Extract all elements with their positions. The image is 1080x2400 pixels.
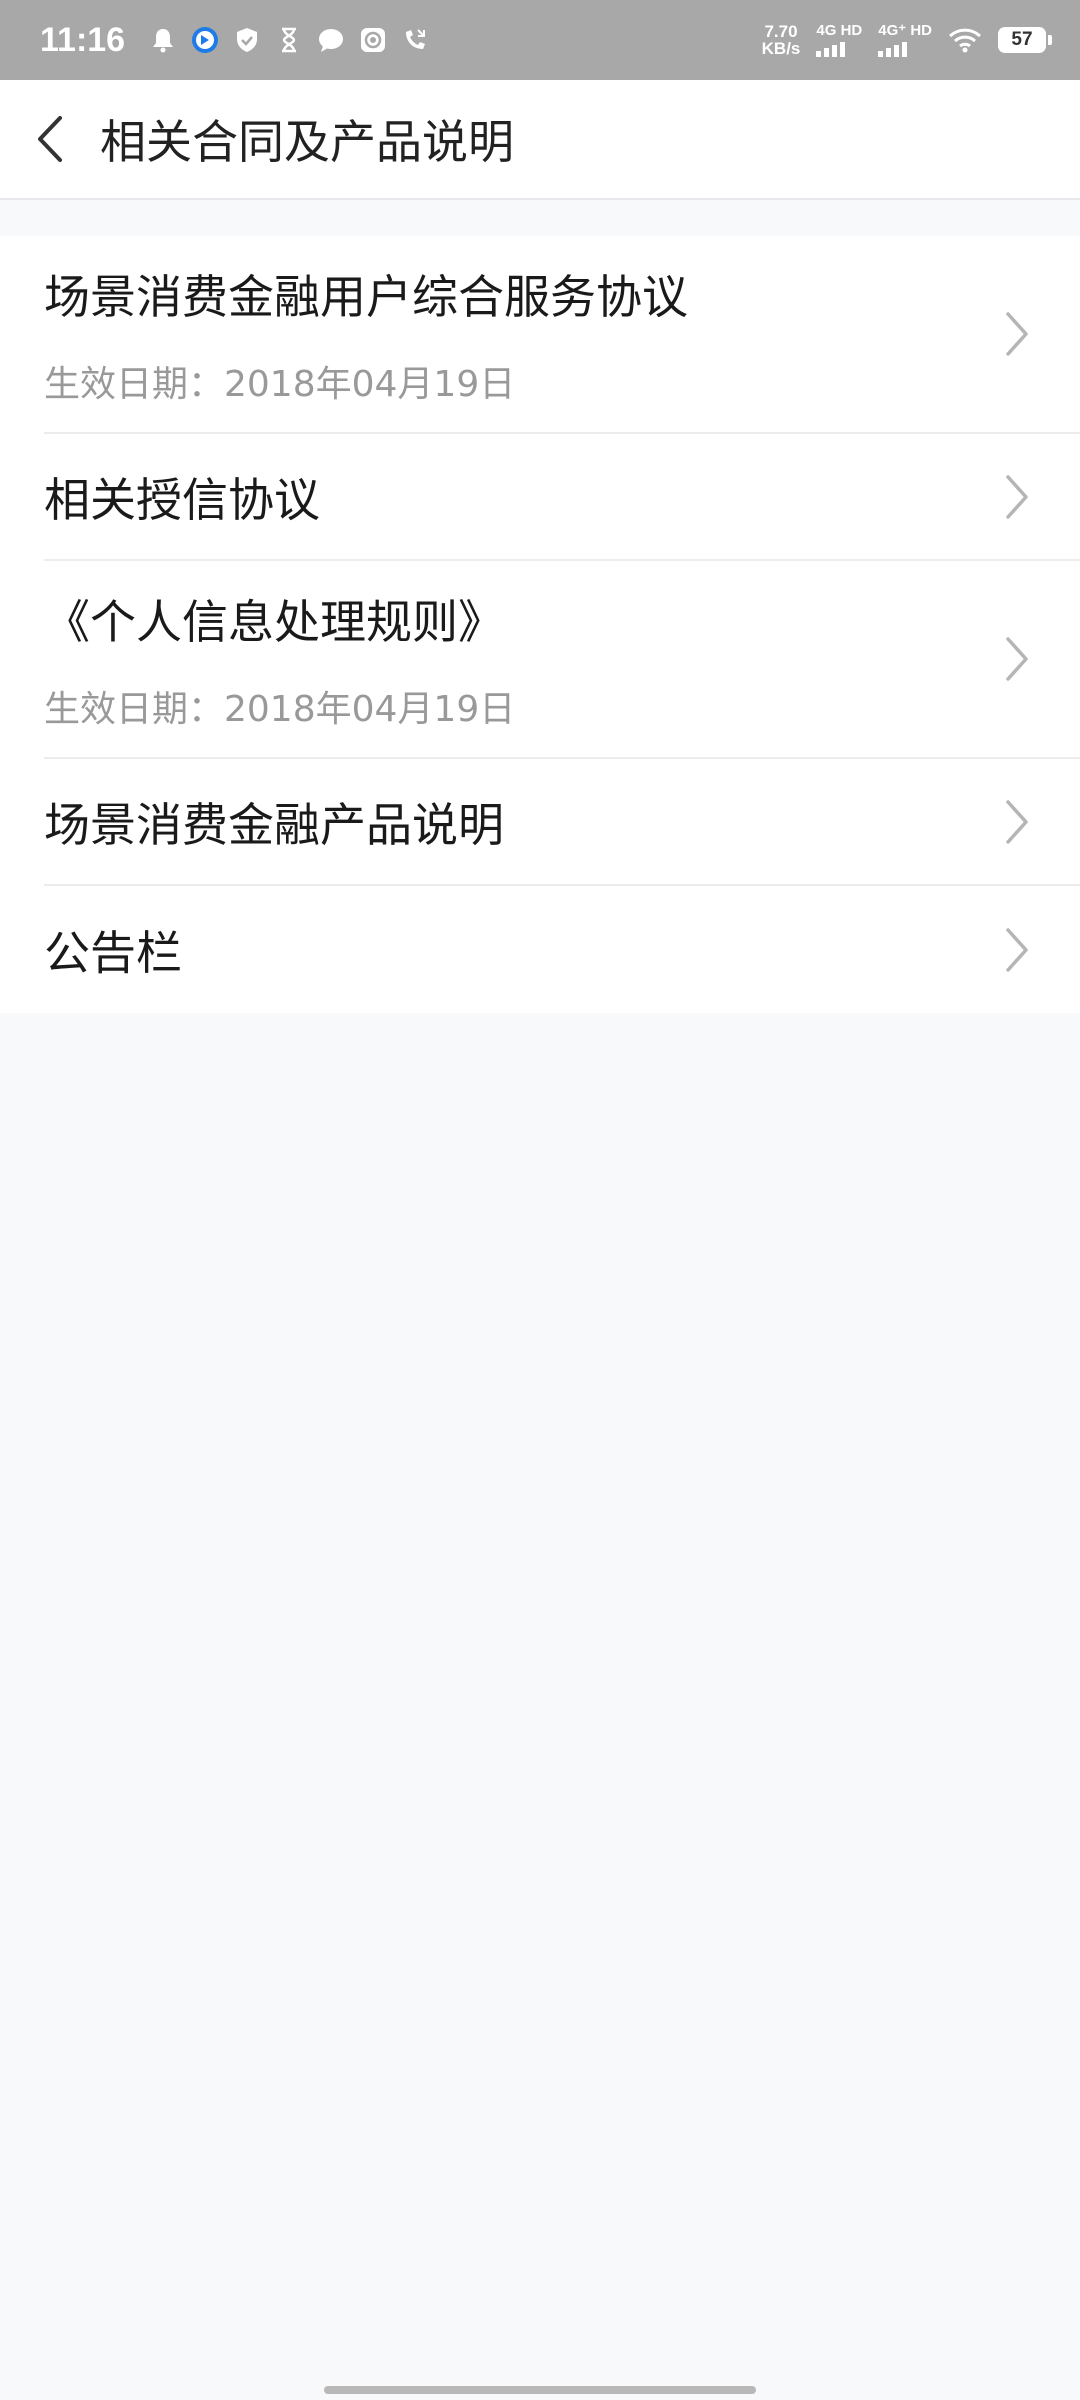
app-blue-icon — [192, 27, 219, 53]
network-type-1: 4G HD — [816, 22, 863, 39]
signal-sim2: 4G⁺ HD — [878, 23, 932, 57]
shield-icon — [237, 28, 258, 52]
camera-app-icon — [361, 28, 386, 52]
message-icon — [319, 29, 344, 52]
network-speed: 7.70 KB/s — [762, 23, 801, 57]
home-indicator[interactable] — [324, 2386, 756, 2394]
list-item-title: 场景消费金融产品说明 — [44, 797, 504, 852]
list-item-service-agreement[interactable]: 场景消费金融用户综合服务协议 生效日期：2018年04月19日 — [44, 236, 1080, 434]
status-bar: 11:16 7.70 KB/s 4G HD 4G⁺ HD 57 — [0, 0, 1080, 80]
effective-date: 生效日期：2018年04月19日 — [44, 689, 516, 730]
list-item-credit-agreement[interactable]: 相关授信协议 — [44, 434, 1080, 561]
list-item-title: 场景消费金融用户综合服务协议 — [44, 270, 688, 324]
chevron-left-icon — [38, 116, 62, 162]
battery-level: 57 — [1011, 29, 1033, 50]
list-item-text: 公告栏 — [44, 917, 182, 983]
speed-unit: KB/s — [761, 39, 801, 58]
list-item-text: 相关授信协议 — [44, 464, 320, 530]
signal-bars-icon — [816, 41, 846, 57]
chevron-right-icon — [1006, 474, 1028, 519]
signal-sim1: 4G HD — [816, 23, 862, 57]
qq-bell-icon — [153, 29, 174, 53]
signal-bars-icon — [878, 41, 908, 57]
app-header: 相关合同及产品说明 — [0, 80, 1080, 200]
list-item-title: 公告栏 — [44, 925, 182, 980]
network-type-2: 4G⁺ HD — [878, 22, 932, 39]
status-right: 7.70 KB/s 4G HD 4G⁺ HD 57 — [762, 23, 1052, 57]
chevron-right-icon — [1006, 799, 1028, 844]
list-item-bulletin-board[interactable]: 公告栏 — [44, 886, 1080, 1013]
battery-icon: 57 — [998, 27, 1052, 53]
chevron-right-icon — [1006, 637, 1028, 681]
chevron-right-icon — [1006, 312, 1028, 356]
list-item-text: 场景消费金融用户综合服务协议 生效日期：2018年04月19日 — [44, 261, 688, 407]
document-list: 场景消费金融用户综合服务协议 生效日期：2018年04月19日 相关授信协议 《… — [0, 236, 1080, 1013]
chevron-right-icon — [1006, 927, 1028, 972]
clock: 11:16 — [40, 20, 126, 59]
missed-call-icon — [406, 29, 426, 49]
wifi-icon — [948, 28, 982, 53]
list-item-text: 场景消费金融产品说明 — [44, 789, 504, 855]
speed-value: 7.70 — [764, 22, 798, 41]
list-item-text: 《个人信息处理规则》 生效日期：2018年04月19日 — [44, 586, 515, 732]
hourglass-icon — [282, 27, 297, 53]
list-item-product-description[interactable]: 场景消费金融产品说明 — [44, 759, 1080, 886]
list-item-title: 相关授信协议 — [44, 472, 320, 527]
status-left: 11:16 — [40, 21, 429, 60]
page-title: 相关合同及产品说明 — [100, 115, 514, 169]
effective-date: 生效日期：2018年04月19日 — [44, 364, 516, 405]
back-button[interactable] — [0, 79, 100, 199]
list-item-privacy-rules[interactable]: 《个人信息处理规则》 生效日期：2018年04月19日 — [44, 561, 1080, 759]
list-item-title: 《个人信息处理规则》 — [44, 595, 504, 649]
